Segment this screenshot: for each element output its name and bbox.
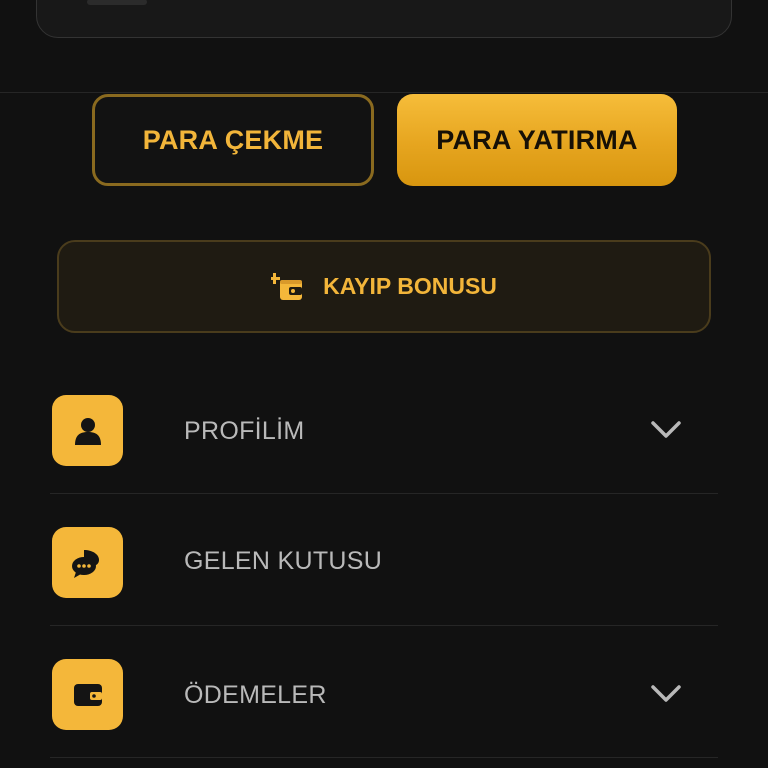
menu-item-profile[interactable]: PROFİLİM <box>50 362 718 494</box>
loss-bonus-label: KAYIP BONUSU <box>323 273 497 299</box>
menu-item-payments[interactable]: ÖDEMELER <box>50 626 718 758</box>
menu-item-inbox[interactable]: GELEN KUTUSU <box>50 494 718 626</box>
inbox-icon-tile <box>52 527 123 598</box>
section-divider <box>0 92 768 93</box>
chat-bubbles-icon <box>71 549 99 578</box>
withdraw-button[interactable]: PARA ÇEKME <box>92 94 374 186</box>
app-screen: PARA ÇEKME PARA YATIRMA KAYIP BONUSU PRO… <box>0 0 768 768</box>
wallet-bonus-icon <box>271 272 303 300</box>
profile-icon-tile <box>52 395 123 466</box>
menu-item-label: GELEN KUTUSU <box>184 547 383 575</box>
menu-item-label: PROFİLİM <box>184 417 305 445</box>
chevron-down-icon[interactable] <box>650 420 682 440</box>
user-icon <box>74 417 101 445</box>
payments-icon-tile <box>52 659 123 730</box>
menu-item-label: ÖDEMELER <box>184 681 327 709</box>
balance-card <box>36 0 732 38</box>
deposit-button[interactable]: PARA YATIRMA <box>397 94 677 186</box>
balance-card-detail <box>87 0 147 5</box>
chevron-down-icon[interactable] <box>650 684 682 704</box>
loss-bonus-button[interactable]: KAYIP BONUSU <box>57 240 711 333</box>
wallet-icon <box>73 683 102 706</box>
menu-divider <box>50 757 718 758</box>
